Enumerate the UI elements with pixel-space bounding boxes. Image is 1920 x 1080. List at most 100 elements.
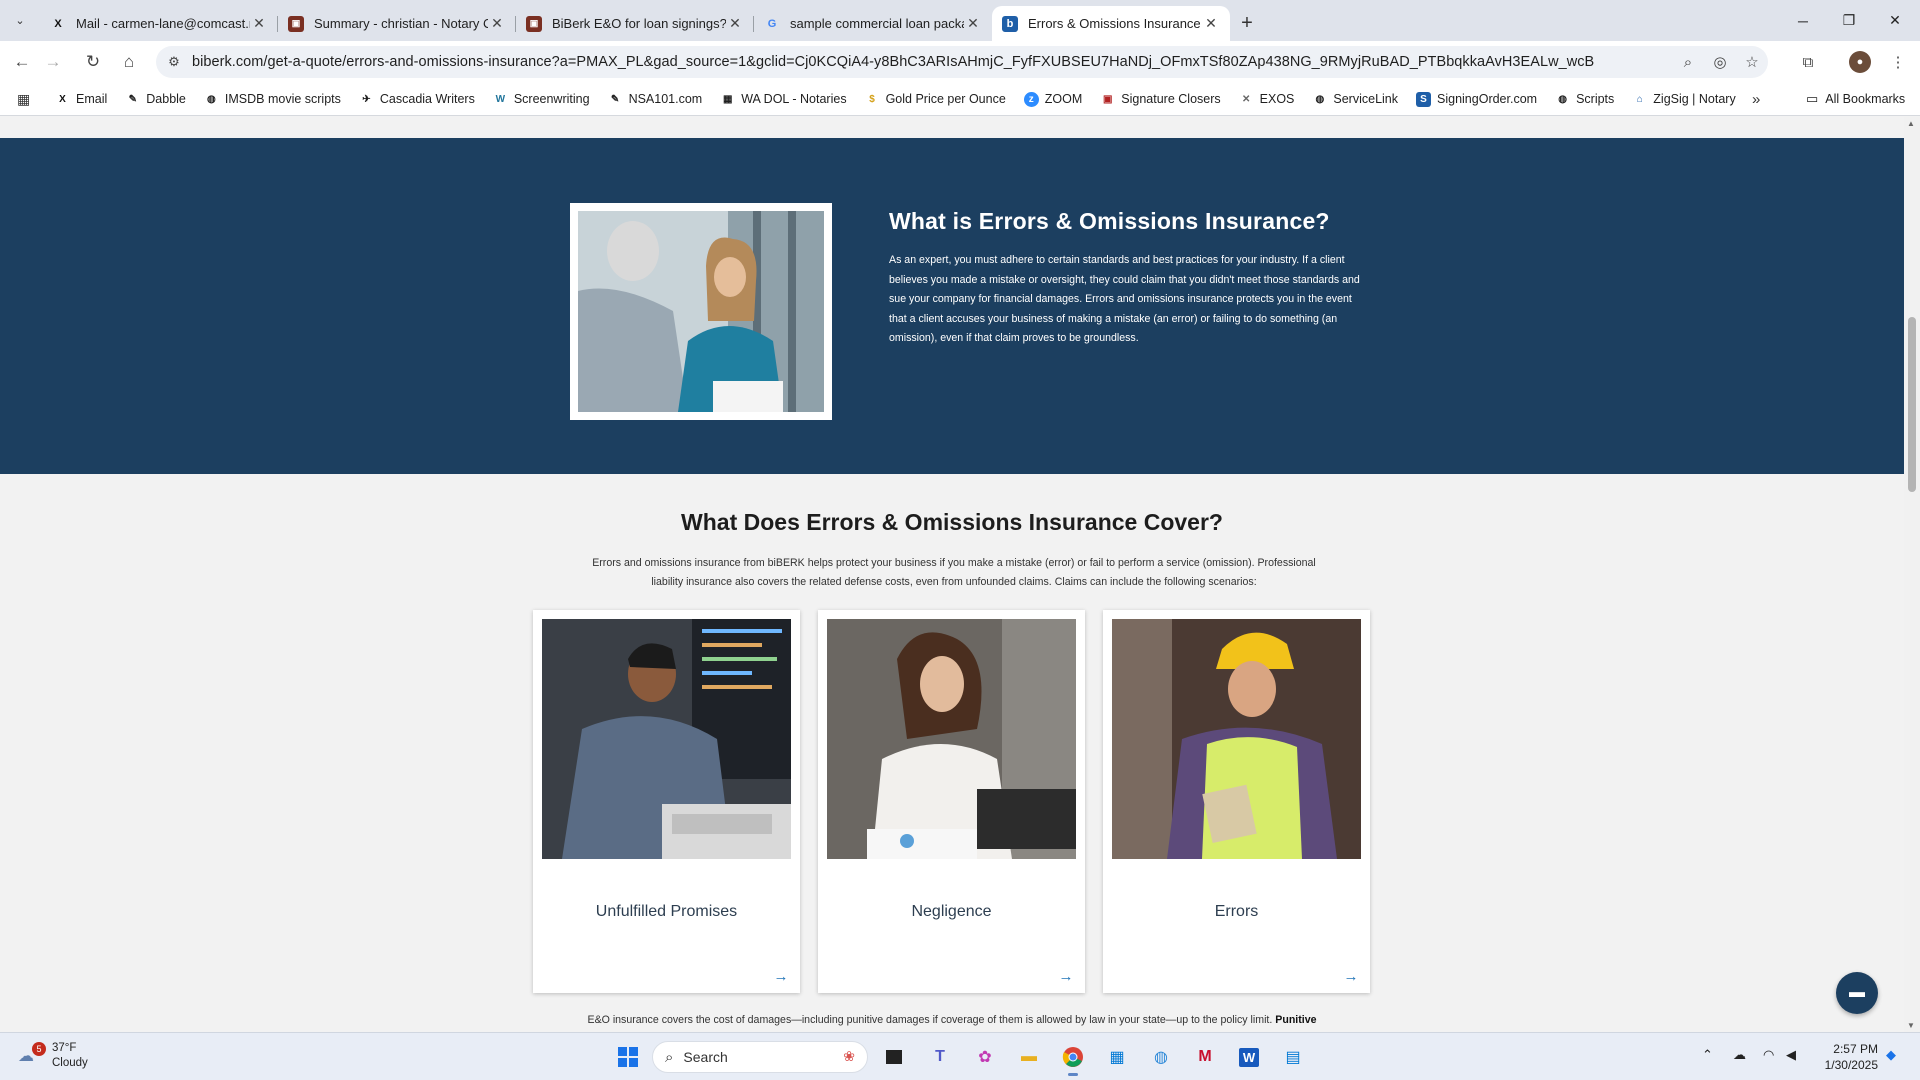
chat-bubble-button[interactable]: ▬ bbox=[1836, 972, 1878, 1014]
bookmark-gold-price[interactable]: $ Gold Price per Ounce bbox=[865, 92, 1005, 107]
task-view-icon[interactable] bbox=[878, 1041, 910, 1073]
notepad-icon[interactable]: ▤ bbox=[1277, 1041, 1309, 1073]
search-icon: ⌕ bbox=[665, 1048, 674, 1066]
consultation-illustration bbox=[578, 211, 824, 412]
bookmark-imsdb[interactable]: ◍ IMSDB movie scripts bbox=[204, 92, 341, 107]
eye-slash-icon[interactable]: ◎ bbox=[1704, 53, 1736, 71]
arrow-right-icon[interactable]: → bbox=[1342, 967, 1360, 985]
globe-icon: ◍ bbox=[1558, 93, 1567, 105]
bookmark-signingorder[interactable]: S SigningOrder.com bbox=[1416, 91, 1537, 107]
close-icon[interactable]: ✕ bbox=[250, 15, 268, 32]
eo-definition-section: What is Errors & Omissions Insurance? As… bbox=[0, 138, 1904, 474]
coverage-card-unfulfilled-promises[interactable]: Unfulfilled Promises → bbox=[533, 610, 800, 993]
close-icon[interactable]: ✕ bbox=[964, 15, 982, 32]
tab-google-search[interactable]: G sample commercial loan packa ✕ bbox=[754, 6, 992, 41]
chevron-down-icon: ⌄ bbox=[15, 14, 25, 27]
edge-icon[interactable]: ◍ bbox=[1145, 1041, 1177, 1073]
bookmark-cascadia-writers[interactable]: ✈ Cascadia Writers bbox=[359, 92, 475, 107]
file-explorer-icon[interactable]: ▬ bbox=[1013, 1041, 1045, 1073]
search-placeholder: Search bbox=[683, 1049, 728, 1065]
developer-illustration bbox=[542, 619, 791, 859]
card-title: Errors bbox=[1214, 903, 1259, 920]
close-icon[interactable]: ✕ bbox=[488, 15, 506, 32]
bookmark-label: Dabble bbox=[146, 92, 186, 106]
bookmark-dabble[interactable]: ✎ Dabble bbox=[125, 92, 186, 107]
weather-widget[interactable]: ☁ 5 37°F Cloudy bbox=[18, 1041, 88, 1071]
more-bookmarks-chevron-icon[interactable]: » bbox=[1752, 91, 1760, 108]
arrow-right-icon[interactable]: → bbox=[1057, 967, 1075, 985]
notification-bell-icon[interactable]: ◆ bbox=[1886, 1047, 1896, 1063]
tab-biberk-forum[interactable]: ▣ BiBerk E&O for loan signings? - ✕ bbox=[516, 6, 754, 41]
chrome-icon[interactable] bbox=[1057, 1041, 1089, 1076]
copilot-icon[interactable]: ✿ bbox=[969, 1041, 1001, 1073]
scroll-up-icon[interactable]: ▲ bbox=[1907, 119, 1915, 128]
star-icon[interactable]: ☆ bbox=[1736, 53, 1768, 71]
page-scrollbar[interactable]: ▲ ▼ bbox=[1904, 117, 1920, 1032]
system-clock[interactable]: 2:57 PM 1/30/2025 bbox=[1812, 1041, 1878, 1073]
mcafee-icon[interactable]: M bbox=[1189, 1041, 1221, 1073]
section-heading: What is Errors & Omissions Insurance? bbox=[889, 208, 1330, 234]
window-close-icon[interactable]: ✕ bbox=[1872, 0, 1918, 41]
wifi-icon[interactable]: ◠ bbox=[1763, 1047, 1774, 1063]
onedrive-cloud-icon[interactable]: ☁ bbox=[1733, 1047, 1746, 1063]
minimize-icon[interactable]: ─ bbox=[1780, 0, 1826, 41]
new-tab-button[interactable]: + bbox=[1230, 6, 1264, 41]
card-title: Unfulfilled Promises bbox=[595, 903, 738, 920]
coverage-card-negligence[interactable]: Negligence → bbox=[818, 610, 1085, 993]
bookmark-scripts[interactable]: ◍ Scripts bbox=[1555, 92, 1614, 107]
bookmark-screenwriting[interactable]: W Screenwriting bbox=[493, 92, 590, 107]
zigsig-logo-icon: ⌂ bbox=[1636, 93, 1643, 105]
kebab-menu-icon[interactable]: ⋮ bbox=[1885, 49, 1911, 75]
windows-start-icon[interactable] bbox=[612, 1041, 644, 1073]
forward-arrow-icon[interactable]: → bbox=[40, 49, 66, 75]
card-title: Negligence bbox=[911, 903, 992, 920]
tab-errors-omissions[interactable]: b Errors & Omissions Insurance | ✕ bbox=[992, 6, 1230, 41]
bookmark-zigsig[interactable]: ⌂ ZigSig | Notary bbox=[1632, 92, 1736, 107]
bookmark-wa-dol[interactable]: ▦ WA DOL - Notaries bbox=[720, 92, 847, 107]
volume-icon[interactable]: ◀ bbox=[1786, 1047, 1796, 1063]
restore-icon[interactable]: ❐ bbox=[1826, 0, 1872, 41]
search-highlight-icon: ❀ bbox=[843, 1048, 855, 1064]
bookmark-zoom[interactable]: z ZOOM bbox=[1023, 91, 1083, 107]
back-arrow-icon[interactable]: ← bbox=[9, 49, 35, 75]
footnote-text: E&O insurance covers the cost of damages… bbox=[587, 1014, 1273, 1026]
weather-condition: Cloudy bbox=[52, 1057, 88, 1069]
tab-mail[interactable]: X Mail - carmen-lane@comcast.n ✕ bbox=[40, 6, 278, 41]
construction-worker-photo bbox=[1112, 619, 1361, 859]
bookmark-email[interactable]: X Email bbox=[55, 92, 107, 107]
scroll-down-icon[interactable]: ▼ bbox=[1907, 1021, 1915, 1030]
tab-notary-summary[interactable]: ▣ Summary - christian - Notary C ✕ bbox=[278, 6, 516, 41]
bookmark-servicelink[interactable]: ◍ ServiceLink bbox=[1312, 92, 1399, 107]
taskbar-search-box[interactable]: ⌕ Search ❀ bbox=[652, 1041, 868, 1073]
word-icon[interactable]: W bbox=[1233, 1041, 1265, 1073]
bookmark-signature-closers[interactable]: ▣ Signature Closers bbox=[1100, 92, 1221, 107]
extensions-icon[interactable]: ⧉ bbox=[1795, 49, 1821, 75]
site-info-icon[interactable]: ⚙ bbox=[156, 54, 192, 70]
bookmark-nsa101[interactable]: ✎ NSA101.com bbox=[608, 92, 702, 107]
coverage-card-errors[interactable]: Errors → bbox=[1103, 610, 1370, 993]
bookmark-exos[interactable]: ✕ EXOS bbox=[1239, 92, 1294, 107]
tab-list: X Mail - carmen-lane@comcast.n ✕ ▣ Summa… bbox=[40, 6, 1264, 41]
teams-icon[interactable]: T bbox=[924, 1041, 956, 1073]
calculator-app-icon[interactable]: ▦ bbox=[1101, 1041, 1133, 1073]
all-bookmarks-button[interactable]: ▭ All Bookmarks bbox=[1806, 91, 1905, 107]
scroll-thumb[interactable] bbox=[1908, 317, 1916, 492]
profile-avatar-button[interactable]: ● bbox=[1847, 49, 1873, 75]
pen-icon: ✎ bbox=[610, 93, 620, 105]
reload-icon[interactable]: ↻ bbox=[80, 49, 106, 75]
apps-grid-icon[interactable]: ▦ bbox=[17, 91, 37, 108]
consultation-photo bbox=[578, 211, 824, 412]
chat-icon: ▬ bbox=[1849, 984, 1865, 1001]
browser-toolbar: ← → ↻ ⌂ ⚙ biberk.com/get-a-quote/errors-… bbox=[0, 41, 1920, 83]
tab-search-button[interactable]: ⌄ bbox=[8, 8, 32, 32]
bookmark-label: ZOOM bbox=[1044, 92, 1083, 106]
close-icon[interactable]: ✕ bbox=[1202, 15, 1220, 32]
zoom-icon[interactable]: ⌕ bbox=[1672, 54, 1704, 71]
home-icon[interactable]: ⌂ bbox=[116, 49, 142, 75]
url-text[interactable]: biberk.com/get-a-quote/errors-and-omissi… bbox=[192, 54, 1672, 70]
address-bar[interactable]: ⚙ biberk.com/get-a-quote/errors-and-omis… bbox=[156, 46, 1768, 78]
chevron-up-icon[interactable]: ⌃ bbox=[1702, 1047, 1713, 1063]
notification-badge: 5 bbox=[32, 1042, 46, 1056]
close-icon[interactable]: ✕ bbox=[726, 15, 744, 32]
arrow-right-icon[interactable]: → bbox=[772, 967, 790, 985]
